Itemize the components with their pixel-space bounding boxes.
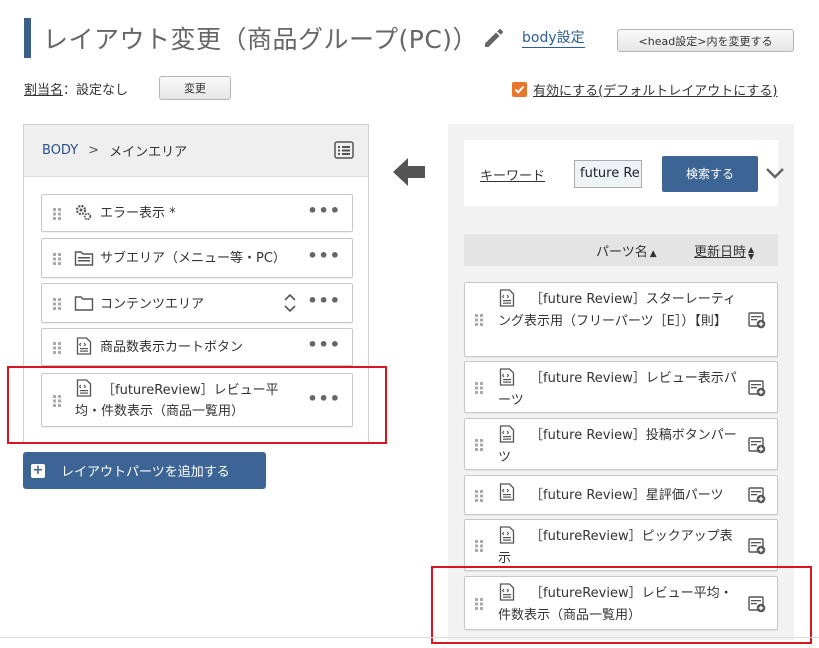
library-part[interactable]: ［future Review］スターレーティング表示用（フリーパーツ［E］）【則… xyxy=(464,282,778,357)
add-button-label: レイアウトパーツを追加する xyxy=(61,465,230,480)
change-button[interactable]: 変更 xyxy=(159,76,231,100)
expand-collapse-icon[interactable] xyxy=(283,293,297,313)
sort-asc-icon: ▲ xyxy=(649,249,657,259)
sort-name-label: パーツ名 xyxy=(596,245,648,260)
add-to-layout-icon[interactable] xyxy=(748,380,766,397)
pencil-icon[interactable] xyxy=(482,26,506,50)
parts-library-panel: キーワード future Re 検索する パーツ名 ▲ 更新日時 ▲ ▼ ［futur… xyxy=(448,124,794,640)
drag-handle-icon[interactable] xyxy=(474,539,484,553)
breadcrumb-body[interactable]: BODY xyxy=(42,143,78,158)
library-part[interactable]: ［future Review］投稿ボタンパーツ xyxy=(464,418,778,470)
search-area: キーワード future Re 検索する xyxy=(464,140,784,206)
folder-icon xyxy=(74,251,94,266)
library-part-label: ［future Review］投稿ボタンパーツ xyxy=(498,428,737,465)
layout-part-subarea[interactable]: サブエリア（メニュー等・PC） ••• xyxy=(41,238,353,278)
drag-handle-icon[interactable] xyxy=(474,489,484,503)
more-options-icon[interactable]: ••• xyxy=(307,246,341,265)
sort-by-updated[interactable]: 更新日時 ▲ ▼ xyxy=(694,241,754,260)
add-to-layout-icon[interactable] xyxy=(748,312,766,329)
body-settings-link[interactable]: body設定 xyxy=(522,30,585,48)
divider xyxy=(0,637,819,638)
library-part-label: ［future Review］レビュー表示パーツ xyxy=(498,371,737,408)
assignment-name: 割当名：設定なし xyxy=(24,79,128,98)
more-options-icon[interactable]: ••• xyxy=(307,291,341,310)
breadcrumb-separator: > xyxy=(88,143,100,158)
assignment-value: ：設定なし xyxy=(63,83,129,98)
drag-handle-icon[interactable] xyxy=(52,207,62,221)
add-to-layout-icon[interactable] xyxy=(748,487,766,504)
plus-icon: + xyxy=(31,462,45,478)
library-part-label: ［future Review］スターレーティング表示用（フリーパーツ［E］）【則… xyxy=(498,292,736,329)
sort-bar: パーツ名 ▲ 更新日時 ▲ ▼ xyxy=(464,234,778,266)
breadcrumb-current: メインエリア xyxy=(109,145,188,160)
highlight-box-left xyxy=(7,366,387,444)
sort-updated-label: 更新日時 xyxy=(694,245,747,260)
layout-part-cart-button[interactable]: 商品数表示カートボタン ••• xyxy=(41,328,353,366)
library-part-label: ［future Review］星評価パーツ xyxy=(530,488,724,503)
add-to-layout-icon[interactable] xyxy=(748,437,766,454)
drag-handle-icon[interactable] xyxy=(52,252,62,266)
check-icon xyxy=(514,85,525,94)
more-options-icon[interactable]: ••• xyxy=(307,335,341,354)
enable-checkbox[interactable] xyxy=(512,82,527,97)
chevron-down-icon[interactable] xyxy=(764,162,786,184)
layout-part-content-area[interactable]: コンテンツエリア ••• xyxy=(41,283,353,323)
more-options-icon[interactable]: ••• xyxy=(307,201,341,220)
add-layout-part-button[interactable]: + レイアウトパーツを追加する xyxy=(23,452,266,489)
enable-label[interactable]: 有効にする(デフォルトレイアウトにする) xyxy=(533,80,777,99)
assignment-label: 割当名 xyxy=(24,83,64,98)
highlight-box-right xyxy=(431,566,812,644)
head-settings-button[interactable]: <head設定>内を変更する xyxy=(617,29,794,52)
search-button[interactable]: 検索する xyxy=(662,156,758,192)
add-to-layout-icon[interactable] xyxy=(748,538,766,555)
part-label: エラー表示 * xyxy=(100,206,176,221)
gears-icon xyxy=(75,204,92,221)
part-label: コンテンツエリア xyxy=(100,297,205,312)
drag-handle-icon[interactable] xyxy=(52,341,62,355)
part-label: 商品数表示カートボタン xyxy=(100,340,244,355)
code-file-icon xyxy=(76,337,92,355)
part-label: サブエリア（メニュー等・PC） xyxy=(100,251,286,266)
library-part[interactable]: ［future Review］レビュー表示パーツ xyxy=(464,361,778,413)
layout-part-error[interactable]: エラー表示 * ••• xyxy=(41,194,353,232)
page-title: レイアウト変更（商品グループ(PC)） xyxy=(43,25,479,54)
drag-handle-icon[interactable] xyxy=(52,297,62,311)
page-title-bar: レイアウト変更（商品グループ(PC)） xyxy=(24,18,478,58)
sort-by-name[interactable]: パーツ名 ▲ xyxy=(596,241,657,260)
folder-icon xyxy=(74,296,94,311)
drag-handle-icon[interactable] xyxy=(474,381,484,395)
enable-default-layout[interactable]: 有効にする(デフォルトレイアウトにする) xyxy=(512,80,777,99)
breadcrumb: BODY > メインエリア xyxy=(24,125,368,177)
drag-handle-icon[interactable] xyxy=(474,313,484,327)
list-view-icon[interactable] xyxy=(334,141,354,159)
arrow-left-icon xyxy=(393,158,425,186)
library-part-label: ［futureReview］ピックアップ表示 xyxy=(498,529,733,566)
keyword-label: キーワード xyxy=(480,169,546,184)
drag-handle-icon[interactable] xyxy=(474,438,484,452)
library-part[interactable]: ［future Review］星評価パーツ xyxy=(464,475,778,515)
library-part[interactable]: ［futureReview］ピックアップ表示 xyxy=(464,519,778,571)
title-accent-bar xyxy=(24,18,31,58)
sort-both-icon: ▲ ▼ xyxy=(748,244,755,261)
keyword-input[interactable]: future Re xyxy=(574,160,642,188)
